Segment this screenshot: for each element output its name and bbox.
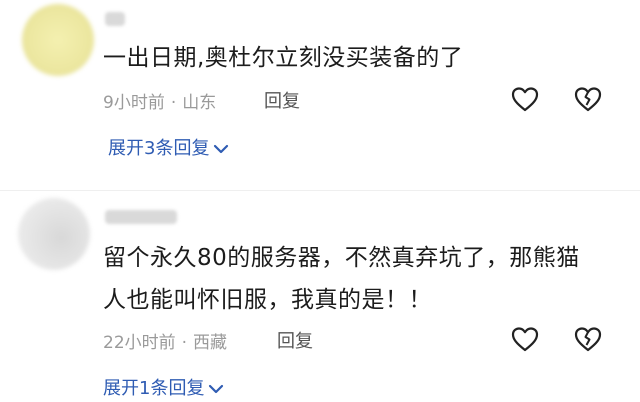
comment-time: 22小时前: [103, 333, 176, 353]
expand-replies-button[interactable]: 展开1条回复: [103, 374, 224, 400]
like-button[interactable]: [510, 84, 540, 114]
avatar[interactable]: [22, 4, 94, 76]
heart-outline-icon: [511, 87, 539, 112]
comment-time: 9小时前: [103, 93, 165, 113]
like-button[interactable]: [510, 324, 540, 354]
comment-text: 一出日期,奥杜尔立刻没买装备的了: [103, 45, 464, 71]
comment-item: 一出日期,奥杜尔立刻没买装备的了 9小时前 · 山东 回复 展开3条回复: [0, 0, 640, 180]
reply-button[interactable]: 回复: [277, 327, 313, 353]
broken-heart-icon: [574, 87, 602, 112]
expand-replies-label: 展开1条回复: [103, 378, 205, 399]
comment-text-line-1: 留个永久80的服务器，不然真弃坑了，那熊猫: [103, 245, 580, 271]
username-blurred[interactable]: [105, 210, 177, 224]
reply-button[interactable]: 回复: [264, 87, 300, 113]
chevron-down-icon: [213, 139, 229, 160]
comment-text-line-2: 人也能叫怀旧服，我真的是！！: [103, 287, 432, 313]
dislike-button[interactable]: [573, 84, 603, 114]
heart-outline-icon: [511, 327, 539, 352]
comment-meta: 9小时前 · 山东: [103, 93, 217, 113]
dislike-button[interactable]: [573, 324, 603, 354]
comment-location: 西藏: [193, 333, 228, 353]
avatar[interactable]: [18, 198, 90, 270]
username-blurred[interactable]: [105, 12, 125, 26]
broken-heart-icon: [574, 327, 602, 352]
expand-replies-label: 展开3条回复: [108, 138, 210, 159]
comment-item: 留个永久80的服务器，不然真弃坑了，那熊猫 人也能叫怀旧服，我真的是！！ 22小…: [0, 190, 640, 402]
comment-location: 山东: [182, 93, 217, 113]
expand-replies-button[interactable]: 展开3条回复: [108, 134, 229, 160]
chevron-down-icon: [208, 379, 224, 400]
comment-meta: 22小时前 · 西藏: [103, 333, 228, 353]
